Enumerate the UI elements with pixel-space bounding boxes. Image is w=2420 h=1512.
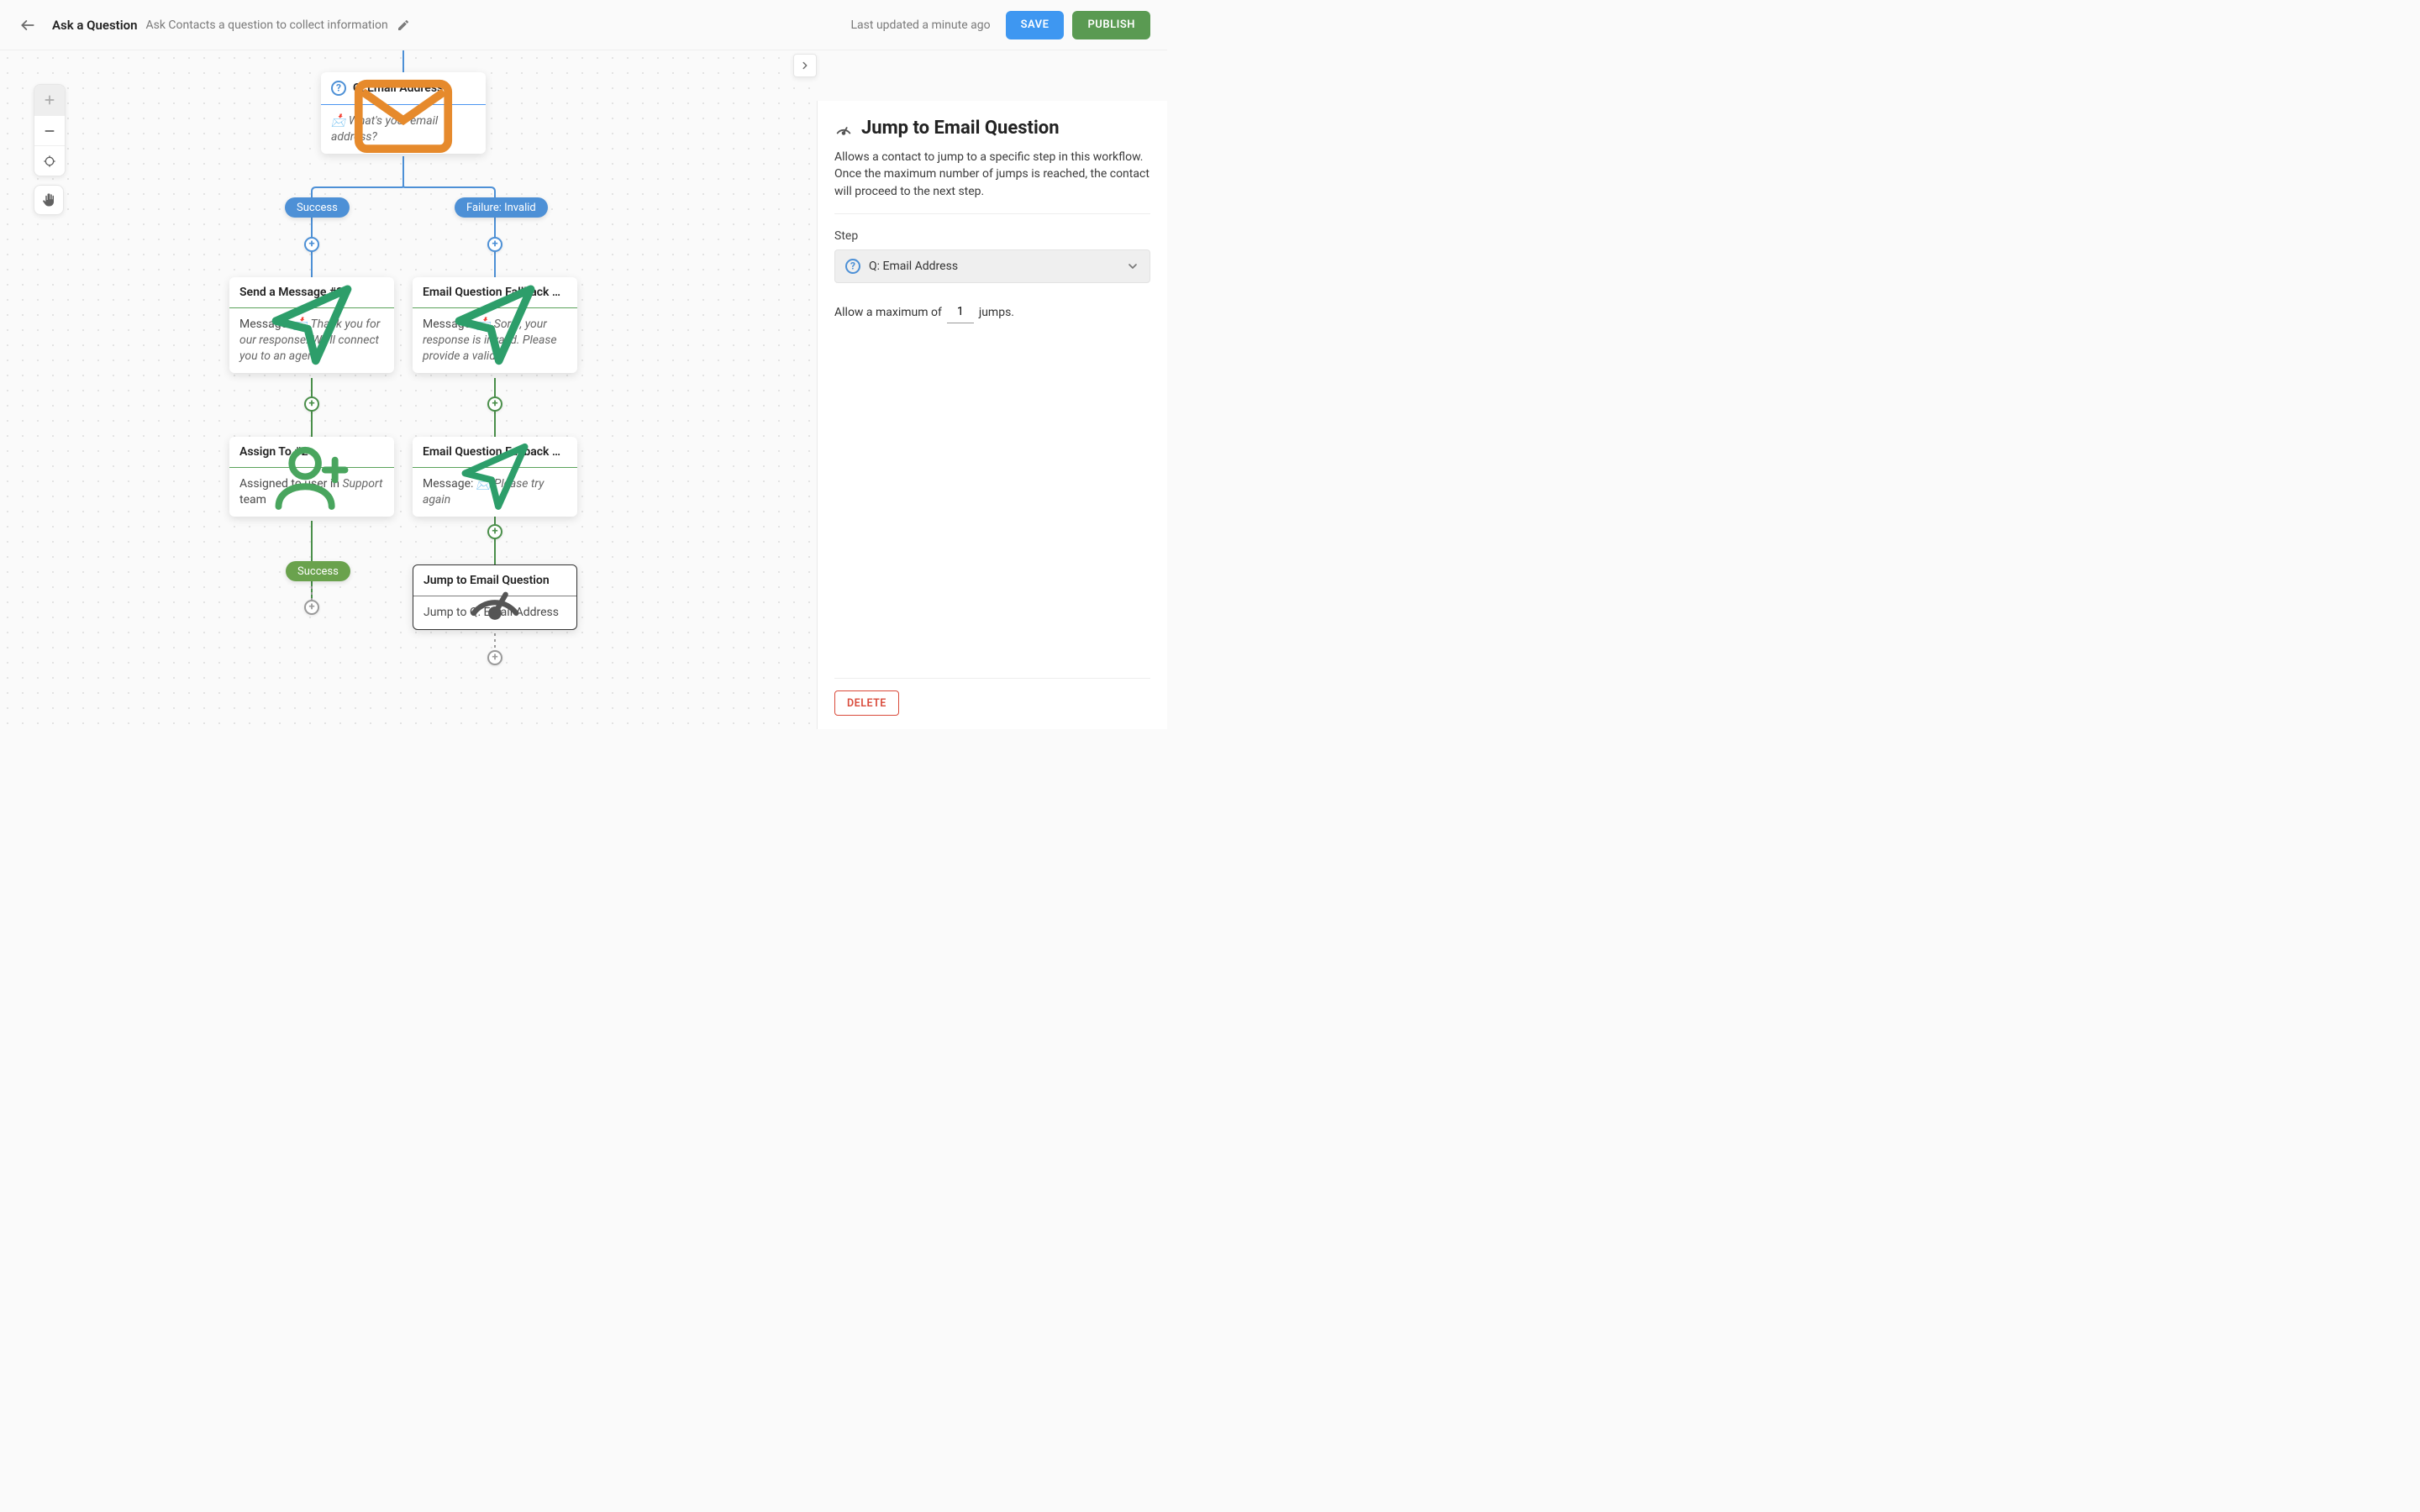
- question-icon: ?: [845, 259, 860, 274]
- node-body-prefix: Assigned to user in: [239, 477, 342, 491]
- node-email-fallback-2[interactable]: Email Question Fallback … Message: 📩 Ple…: [413, 437, 577, 517]
- node-title: Q: Email Address: [353, 81, 443, 95]
- save-button[interactable]: SAVE: [1006, 11, 1065, 39]
- add-step-after-fallback2[interactable]: +: [487, 524, 502, 539]
- last-updated-text: Last updated a minute ago: [851, 18, 991, 32]
- branch-success-end[interactable]: Success: [286, 561, 350, 581]
- node-jump-email-question[interactable]: Jump to Email Question Jump to Q: Email …: [413, 564, 577, 630]
- branch-success-pill[interactable]: Success: [285, 197, 350, 218]
- node-body-suffix: team: [239, 493, 266, 507]
- workflow-canvas[interactable]: ? Q: Email Address 📩 What's your email a…: [0, 50, 817, 729]
- add-step-after-send[interactable]: +: [304, 396, 319, 412]
- node-email-question[interactable]: ? Q: Email Address 📩 What's your email a…: [321, 72, 486, 154]
- publish-button[interactable]: PUBLISH: [1072, 11, 1150, 39]
- arrow-left-icon: [19, 17, 36, 34]
- zoom-group: [34, 84, 66, 176]
- page-title: Ask a Question: [52, 18, 137, 33]
- delete-button[interactable]: DELETE: [834, 690, 899, 716]
- edit-title-button[interactable]: [397, 18, 410, 32]
- pencil-icon: [397, 18, 410, 32]
- question-icon: ?: [331, 81, 346, 96]
- max-jumps-prefix: Allow a maximum of: [834, 306, 942, 319]
- node-body-text: Jump to Q: Email Address: [424, 606, 559, 619]
- step-select[interactable]: ? Q: Email Address: [834, 249, 1150, 283]
- app-header: Ask a Question Ask Contacts a question t…: [0, 0, 1167, 50]
- flow-layer: ? Q: Email Address 📩 What's your email a…: [0, 50, 817, 729]
- pan-button[interactable]: [34, 185, 64, 215]
- zoom-out-button[interactable]: [34, 115, 65, 145]
- inspector-panel: Jump to Email Question Allows a contact …: [817, 101, 1167, 729]
- node-assign-to-2[interactable]: Assign To #2 Assigned to user in Support…: [229, 437, 394, 517]
- zoom-in-button[interactable]: [34, 85, 65, 115]
- node-prompt-emoji: 📩: [331, 114, 349, 128]
- add-step-after-fallback1[interactable]: +: [487, 396, 502, 412]
- add-step-after-jump[interactable]: +: [487, 650, 502, 665]
- gauge-icon: [834, 119, 853, 138]
- node-title: Assign To #2: [239, 445, 308, 459]
- canvas-controls: [34, 84, 66, 215]
- chevron-right-icon: [799, 60, 811, 71]
- minus-icon: [43, 124, 56, 138]
- node-title: Email Question Fallback …: [423, 445, 560, 459]
- plus-icon: [43, 93, 56, 107]
- page-subtitle: Ask Contacts a question to collect infor…: [145, 18, 387, 32]
- node-title: Email Question Fallback …: [423, 286, 560, 299]
- max-jumps-input[interactable]: [947, 302, 974, 323]
- node-email-fallback-1[interactable]: Email Question Fallback … Message: 📩 Sor…: [413, 277, 577, 373]
- add-step-failure[interactable]: +: [487, 237, 502, 252]
- chevron-down-icon: [1126, 260, 1139, 273]
- panel-description: Allows a contact to jump to a specific s…: [834, 149, 1150, 214]
- node-body-label: Message:: [423, 318, 476, 331]
- add-step-success[interactable]: +: [304, 237, 319, 252]
- step-label: Step: [834, 229, 1150, 243]
- max-jumps-row: Allow a maximum of jumps.: [834, 302, 1150, 323]
- branch-failure-pill[interactable]: Failure: Invalid: [455, 197, 548, 218]
- node-send-message-3[interactable]: Send a Message #3 Message: 📩 Thank you f…: [229, 277, 394, 373]
- node-body-label: Message:: [239, 318, 293, 331]
- add-step-end-success[interactable]: +: [304, 600, 319, 615]
- node-title: Send a Message #3: [239, 286, 343, 299]
- crosshair-icon: [43, 155, 56, 168]
- fit-button[interactable]: [34, 145, 65, 176]
- panel-collapse-button[interactable]: [793, 54, 817, 77]
- max-jumps-suffix: jumps.: [979, 306, 1014, 319]
- back-button[interactable]: [17, 14, 39, 36]
- node-body-label: Message:: [423, 477, 476, 491]
- node-title: Jump to Email Question: [424, 574, 550, 587]
- panel-title: Jump to Email Question: [861, 118, 1060, 139]
- hand-icon: [41, 192, 56, 207]
- node-body-team: Support: [342, 477, 382, 491]
- step-select-value: Q: Email Address: [869, 260, 958, 273]
